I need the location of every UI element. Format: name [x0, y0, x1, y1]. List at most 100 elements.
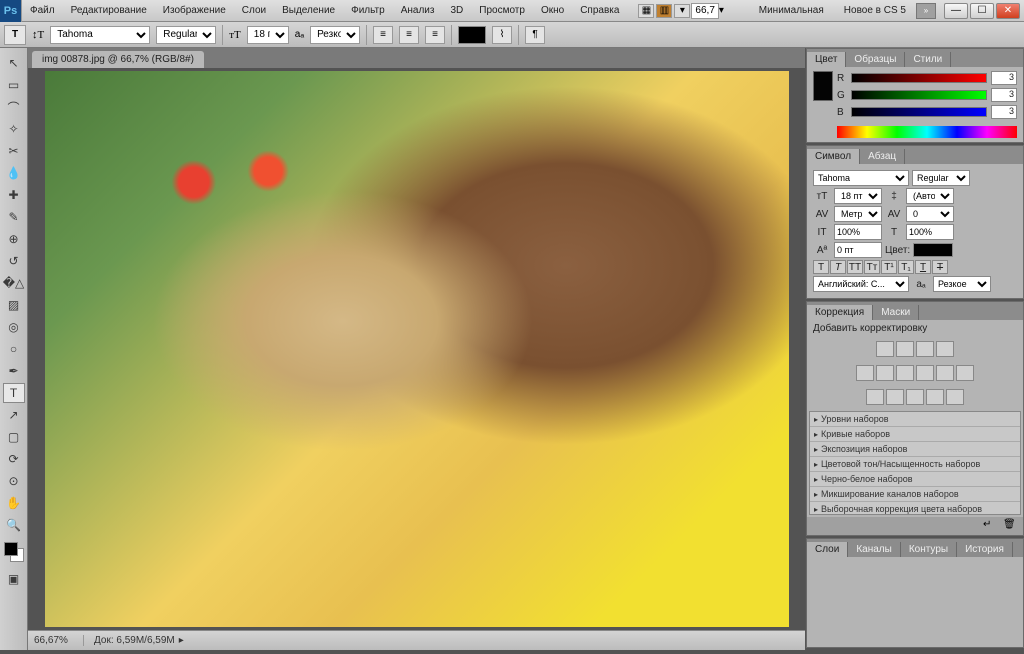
preset-item[interactable]: Микширование каналов наборов	[810, 487, 1020, 502]
minibridge-icon[interactable]: ▥	[656, 4, 672, 18]
menu-help[interactable]: Справка	[572, 0, 627, 22]
tab-paths[interactable]: Контуры	[901, 542, 957, 557]
menu-filter[interactable]: Фильтр	[343, 0, 393, 22]
text-color-swatch[interactable]	[458, 26, 486, 44]
document-tab[interactable]: img 00878.jpg @ 66,7% (RGB/8#)	[32, 51, 204, 68]
tab-color[interactable]: Цвет	[807, 52, 846, 67]
char-hscale[interactable]	[906, 224, 954, 240]
zoom-field[interactable]: 66,7	[691, 3, 718, 19]
align-right-icon[interactable]: ≡	[425, 26, 445, 44]
menu-window[interactable]: Окно	[533, 0, 572, 22]
colorbalance-icon[interactable]	[896, 365, 914, 381]
move-tool[interactable]: ↖	[3, 53, 25, 73]
preset-item[interactable]: Черно-белое наборов	[810, 472, 1020, 487]
levels-icon[interactable]	[896, 341, 914, 357]
tab-layers[interactable]: Слои	[807, 542, 848, 557]
font-size-select[interactable]: 18 пт	[247, 26, 289, 44]
preset-item[interactable]: Кривые наборов	[810, 427, 1020, 442]
font-style-select[interactable]: Regular	[156, 26, 216, 44]
menu-image[interactable]: Изображение	[155, 0, 234, 22]
shape-tool[interactable]: ▢	[3, 427, 25, 447]
r-slider[interactable]	[851, 73, 987, 83]
menu-edit[interactable]: Редактирование	[63, 0, 155, 22]
preset-item[interactable]: Экспозиция наборов	[810, 442, 1020, 457]
char-aa[interactable]: Резкое	[933, 276, 991, 292]
lasso-tool[interactable]: ⌒	[3, 97, 25, 117]
color-preview[interactable]	[813, 71, 833, 101]
menu-select[interactable]: Выделение	[274, 0, 343, 22]
tab-swatches[interactable]: Образцы	[846, 52, 905, 67]
eyedropper-tool[interactable]: 💧	[3, 163, 25, 183]
gradientmap-icon[interactable]	[926, 389, 944, 405]
workspace-selector[interactable]: Минимальная	[749, 5, 834, 16]
char-panel-toggle-icon[interactable]: ¶	[525, 26, 545, 44]
canvas[interactable]	[28, 68, 805, 630]
tab-adjustments[interactable]: Коррекция	[807, 305, 873, 320]
tab-history[interactable]: История	[957, 542, 1013, 557]
type-tool[interactable]: T	[3, 383, 25, 403]
gradient-tool[interactable]: ▨	[3, 295, 25, 315]
char-kerning[interactable]: Метричес	[834, 206, 882, 222]
type-tool-indicator[interactable]: T	[4, 25, 26, 45]
italic-btn[interactable]: T	[830, 260, 846, 274]
b-slider[interactable]	[851, 107, 987, 117]
marquee-tool[interactable]: ▭	[3, 75, 25, 95]
warp-text-icon[interactable]: ⌇	[492, 26, 512, 44]
char-style-select[interactable]: Regular	[912, 170, 970, 186]
char-tracking[interactable]: 0	[906, 206, 954, 222]
bw-icon[interactable]	[916, 365, 934, 381]
selective-icon[interactable]	[946, 389, 964, 405]
status-zoom[interactable]: 66,67%	[34, 635, 84, 646]
pen-tool[interactable]: ✒	[3, 361, 25, 381]
invert-icon[interactable]	[866, 389, 884, 405]
menu-layers[interactable]: Слои	[234, 0, 274, 22]
crop-tool[interactable]: ✂	[3, 141, 25, 161]
b-value[interactable]: 3	[991, 105, 1017, 119]
history-brush-tool[interactable]: ↺	[3, 251, 25, 271]
preset-item[interactable]: Уровни наборов	[810, 412, 1020, 427]
foreground-color[interactable]	[4, 542, 18, 556]
zoom-tool[interactable]: 🔍	[3, 515, 25, 535]
hand-tool[interactable]: ✋	[3, 493, 25, 513]
screen-mode-icon[interactable]: ▾	[674, 4, 690, 18]
minimize-button[interactable]: —	[944, 3, 968, 19]
align-left-icon[interactable]: ≡	[373, 26, 393, 44]
bridge-icon[interactable]: ▦	[638, 4, 654, 18]
underline-btn[interactable]: T	[915, 260, 931, 274]
channelmixer-icon[interactable]	[956, 365, 974, 381]
menu-analysis[interactable]: Анализ	[393, 0, 443, 22]
r-value[interactable]: 3	[991, 71, 1017, 85]
adjustment-presets[interactable]: Уровни наборов Кривые наборов Экспозиция…	[809, 411, 1021, 515]
tab-channels[interactable]: Каналы	[848, 542, 901, 557]
char-leading[interactable]: (Авто)	[906, 188, 954, 204]
new-cs5[interactable]: Новое в CS 5	[834, 5, 916, 16]
dodge-tool[interactable]: ○	[3, 339, 25, 359]
tab-masks[interactable]: Маски	[873, 305, 919, 320]
font-toggle-icon[interactable]: ↕T	[32, 29, 44, 41]
footer-icon[interactable]: ↵	[983, 519, 999, 533]
photofilter-icon[interactable]	[936, 365, 954, 381]
antialias-select[interactable]: Резкое	[310, 26, 360, 44]
font-family-select[interactable]: Tahoma	[50, 26, 150, 44]
eraser-tool[interactable]: �△	[3, 273, 25, 293]
menu-3d[interactable]: 3D	[442, 0, 471, 22]
g-value[interactable]: 3	[991, 88, 1017, 102]
status-docinfo[interactable]: Док: 6,59M/6,59M	[84, 635, 175, 646]
bold-btn[interactable]: T	[813, 260, 829, 274]
preset-item[interactable]: Цветовой тон/Насыщенность наборов	[810, 457, 1020, 472]
char-font-select[interactable]: Tahoma	[813, 170, 909, 186]
menu-file[interactable]: Файл	[22, 0, 63, 22]
menu-view[interactable]: Просмотр	[471, 0, 533, 22]
char-size[interactable]: 18 пт	[834, 188, 882, 204]
blur-tool[interactable]: ◎	[3, 317, 25, 337]
3d-camera-tool[interactable]: ⊙	[3, 471, 25, 491]
align-center-icon[interactable]: ≡	[399, 26, 419, 44]
char-language[interactable]: Английский: С...	[813, 276, 909, 292]
stamp-tool[interactable]: ⊕	[3, 229, 25, 249]
strike-btn[interactable]: T	[932, 260, 948, 274]
path-select-tool[interactable]: ↗	[3, 405, 25, 425]
threshold-icon[interactable]	[906, 389, 924, 405]
tab-character[interactable]: Символ	[807, 149, 860, 164]
tab-styles[interactable]: Стили	[905, 52, 951, 67]
hue-strip[interactable]	[837, 126, 1017, 138]
